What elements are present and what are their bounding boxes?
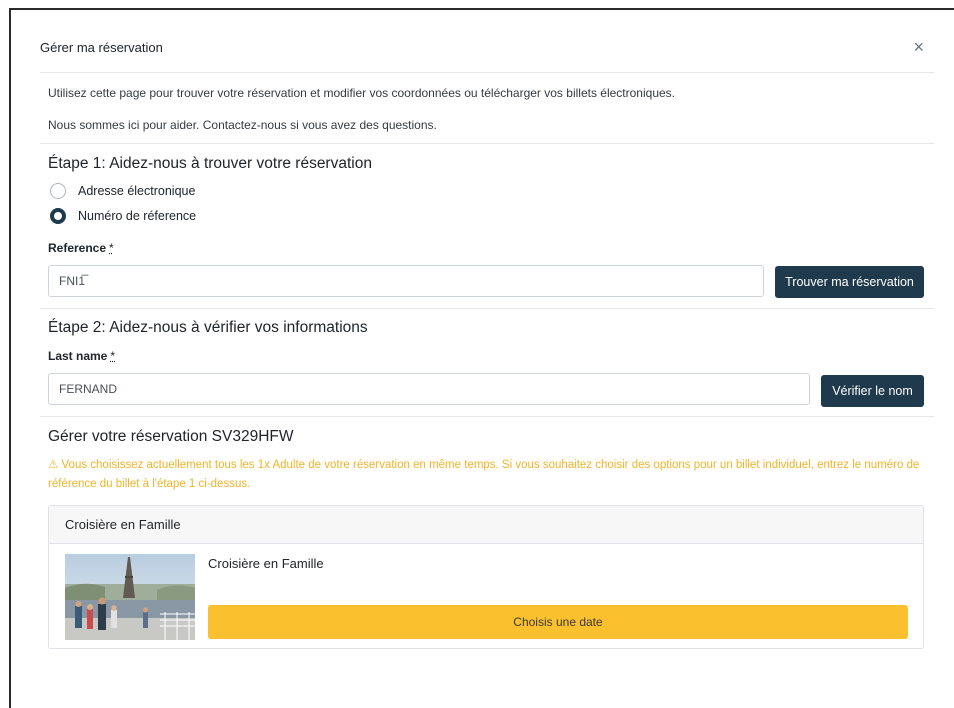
reference-label: Reference * bbox=[48, 241, 114, 255]
last-name-label-text: Last name bbox=[48, 349, 108, 363]
radio-reference-label: Numéro de réference bbox=[78, 209, 197, 223]
manage-booking-modal: Gérer ma réservation × Utilisez cette pa… bbox=[40, 28, 934, 649]
choose-date-button[interactable]: Choisis une date bbox=[208, 605, 908, 639]
modal-header: Gérer ma réservation × bbox=[40, 28, 934, 73]
last-name-input[interactable]: FERNAND bbox=[48, 373, 810, 405]
divider bbox=[40, 308, 934, 309]
modal-title: Gérer ma réservation bbox=[40, 40, 163, 55]
divider bbox=[40, 143, 934, 144]
required-mark: * bbox=[110, 349, 116, 363]
radio-button[interactable] bbox=[50, 183, 66, 199]
card-header: Croisière en Famille bbox=[49, 506, 923, 544]
product-card: Croisière en Famille Croisière en Famill… bbox=[48, 505, 924, 649]
radio-reference[interactable]: Numéro de réference bbox=[50, 208, 196, 224]
radio-button-checked[interactable] bbox=[50, 208, 66, 224]
step2-heading: Étape 2: Aidez-nous à vérifier vos infor… bbox=[48, 319, 368, 336]
warning-text: Vous choisissez actuellement tous les 1x… bbox=[48, 459, 920, 490]
divider bbox=[40, 416, 934, 417]
reference-input-value: FNI1̅ bbox=[59, 274, 86, 288]
warning-triangle-icon: ⚠ bbox=[48, 459, 59, 471]
manage-heading: Gérer votre réservation SV329HFW bbox=[48, 428, 294, 445]
product-title: Croisière en Famille bbox=[208, 556, 324, 571]
last-name-input-value: FERNAND bbox=[59, 382, 118, 396]
warning-message: ⚠ Vous choisissez actuellement tous les … bbox=[48, 456, 928, 494]
intro-text-2: Nous sommes ici pour aider. Contactez-no… bbox=[48, 118, 437, 132]
reference-input[interactable]: FNI1̅ bbox=[48, 265, 764, 297]
find-booking-button[interactable]: Trouver ma réservation bbox=[775, 266, 924, 298]
reference-label-text: Reference bbox=[48, 241, 107, 255]
radio-email[interactable]: Adresse électronique bbox=[50, 183, 195, 199]
verify-name-button[interactable]: Vérifier le nom bbox=[821, 375, 924, 407]
intro-text-1: Utilisez cette page pour trouver votre r… bbox=[48, 86, 675, 100]
close-icon[interactable]: × bbox=[913, 38, 924, 56]
step1-heading: Étape 1: Aidez-nous à trouver votre rése… bbox=[48, 155, 372, 172]
radio-email-label: Adresse électronique bbox=[78, 184, 196, 198]
required-mark: * bbox=[109, 241, 114, 255]
product-image bbox=[65, 554, 195, 640]
last-name-label: Last name * bbox=[48, 349, 115, 363]
